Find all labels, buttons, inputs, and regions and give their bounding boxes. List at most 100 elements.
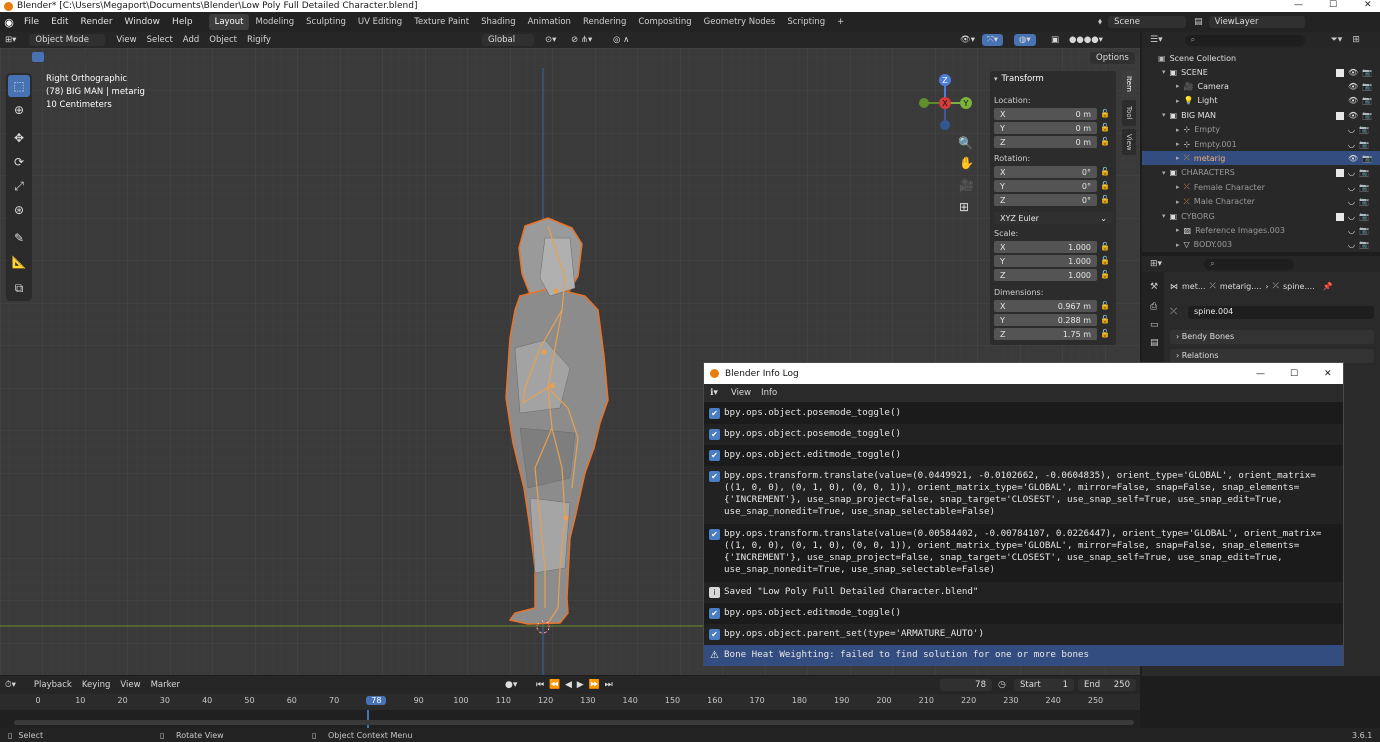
tab-modeling[interactable]: Modeling	[249, 14, 300, 30]
log-entry[interactable]: ✔ bpy.ops.transform.translate(value=(0.00…	[704, 524, 1343, 582]
info-log-menu-view[interactable]: View	[726, 387, 756, 399]
zoom-icon[interactable]: 🔍	[958, 136, 973, 150]
add-cube-icon[interactable]: ⧉	[8, 277, 30, 299]
log-entry[interactable]: ✔ bpy.ops.object.editmode_toggle()	[704, 603, 1343, 624]
outliner-row-empty-001[interactable]: ▸ ⊹ Empty.001 ◡ 📷	[1142, 137, 1380, 151]
proportional-edit-icon[interactable]: ◎ ∧	[608, 34, 634, 46]
dimensions-z-field[interactable]: Z 1.75 m	[994, 328, 1097, 340]
expand-arrow-icon[interactable]: ▸	[1176, 226, 1180, 234]
collapse-arrow-icon[interactable]: ▾	[994, 75, 998, 83]
filter-icon[interactable]: ⏷▾	[1331, 35, 1343, 45]
sidebar-tab-view[interactable]: View	[1122, 129, 1136, 155]
menu-edit[interactable]: Edit	[45, 17, 74, 27]
timeline-menu-playback[interactable]: Playback	[29, 679, 77, 691]
select-invert-icon[interactable]	[74, 52, 86, 62]
timeline-menu-view[interactable]: View	[115, 679, 145, 691]
hidden-eye-icon[interactable]: ◡	[1348, 125, 1355, 134]
outliner-row-empty[interactable]: ▸ ⊹ Empty ◡ 📷	[1142, 123, 1380, 137]
properties-editor-icon[interactable]: ⊞▾	[1150, 259, 1162, 269]
camera-view-icon[interactable]: 🎥	[959, 178, 974, 192]
move-icon[interactable]: ✥	[8, 127, 30, 149]
end-frame-field[interactable]: End 250	[1078, 679, 1136, 691]
scale-lock-icon[interactable]: 🔓	[1100, 256, 1110, 266]
timeline-ruler[interactable]: 0 10 20 30 40 50 60 70 78 90 100 110 120 130 140 150 160…	[0, 694, 1140, 710]
outliner-row-camera[interactable]: ▸ 🎥 Camera 👁 📷	[1142, 79, 1380, 93]
viewport-menu-add[interactable]: Add	[178, 34, 204, 46]
info-log-minimize-icon[interactable]: —	[1256, 369, 1265, 379]
select-box-icon[interactable]: ⬚	[8, 75, 30, 97]
transform-orientation-select[interactable]: Global	[482, 34, 534, 46]
outliner-row-male-character[interactable]: ▸ ⤫ Male Character ◡ 📷	[1142, 195, 1380, 209]
render-camera-icon[interactable]: 📷	[1359, 168, 1369, 177]
viewport-menu-view[interactable]: View	[111, 34, 141, 46]
log-entry[interactable]: ✔ bpy.ops.object.posemode_toggle()	[704, 424, 1343, 445]
eye-icon[interactable]: 👁	[1348, 68, 1358, 77]
scale-lock-icon[interactable]: 🔓	[1100, 242, 1110, 252]
render-props-icon[interactable]: ⎙	[1150, 302, 1164, 312]
expand-arrow-icon[interactable]: ▸	[1176, 82, 1180, 90]
viewport-menu-object[interactable]: Object	[204, 34, 242, 46]
pan-hand-icon[interactable]: ✋	[959, 156, 974, 170]
gizmo-toggle-icon[interactable]: ⤧▾	[982, 34, 1004, 46]
timeline-track[interactable]	[0, 710, 1140, 728]
eye-icon[interactable]: 👁	[1348, 96, 1358, 105]
rotation-lock-icon[interactable]: 🔓	[1100, 167, 1110, 177]
blender-menu-icon[interactable]: ◉	[0, 16, 18, 29]
log-entry[interactable]: ⚠ Bone Heat Weighting: failed to find sol…	[704, 645, 1343, 666]
sidebar-tab-item[interactable]: Item	[1122, 71, 1136, 97]
rotate-icon[interactable]: ⟳	[8, 151, 30, 173]
shading-modes-icon[interactable]: ●●●●▾	[1064, 34, 1108, 46]
hidden-eye-icon[interactable]: ◡	[1348, 183, 1355, 192]
timeline-editor-icon[interactable]: ⏱▾	[0, 679, 21, 691]
info-log-title-bar[interactable]: Blender Info Log — ☐ ✕	[704, 363, 1343, 384]
outliner-row-scene[interactable]: ▾ ▣ SCENE 👁 📷	[1142, 65, 1380, 79]
timeline-menu-keying[interactable]: Keying	[77, 679, 116, 691]
rotation-lock-icon[interactable]: 🔓	[1100, 181, 1110, 191]
timeline-menu-marker[interactable]: Marker	[146, 679, 185, 691]
tab-uv-editing[interactable]: UV Editing	[352, 14, 408, 30]
location-x-field[interactable]: X 0 m	[994, 108, 1097, 120]
outliner-row-light[interactable]: ▸ 💡 Light 👁 📷	[1142, 94, 1380, 108]
properties-search-input[interactable]: ⌕	[1204, 258, 1295, 270]
scene-selector[interactable]: Scene	[1108, 16, 1187, 28]
select-subtract-icon[interactable]	[60, 52, 72, 62]
hidden-eye-icon[interactable]: ◡	[1348, 240, 1355, 249]
options-button[interactable]: Options	[1090, 52, 1135, 64]
info-log-close-icon[interactable]: ✕	[1324, 369, 1332, 379]
render-camera-icon[interactable]: 📷	[1359, 226, 1369, 235]
scale-lock-icon[interactable]: 🔓	[1100, 270, 1110, 280]
scene-collection-label[interactable]: Scene Collection	[1170, 54, 1237, 63]
measure-icon[interactable]: 📐	[8, 251, 30, 273]
close-icon[interactable]: ✕	[1364, 0, 1372, 10]
expand-arrow-icon[interactable]: ▸	[1176, 183, 1180, 191]
info-log-maximize-icon[interactable]: ☐	[1290, 369, 1298, 379]
keyframe-record-icon[interactable]: ●▾	[505, 680, 517, 690]
exclude-checkbox-icon[interactable]	[1336, 111, 1344, 120]
dimensions-x-field[interactable]: X 0.967 m	[994, 300, 1097, 312]
editor-type-icon[interactable]: ⊞▾	[0, 34, 21, 46]
view-layer-props-icon[interactable]: ▤	[1150, 338, 1164, 348]
current-frame-field[interactable]: 78	[940, 679, 992, 691]
outliner-row-body-003[interactable]: ▸ ▽ BODY.003 ◡ 📷	[1142, 238, 1380, 252]
log-entry[interactable]: ✔ bpy.ops.object.editmode_toggle()	[704, 445, 1343, 466]
tab-texture-paint[interactable]: Texture Paint	[408, 14, 475, 30]
menu-file[interactable]: File	[18, 17, 45, 27]
rotation-y-field[interactable]: Y 0°	[994, 180, 1097, 192]
ortho-grid-icon[interactable]: ⊞	[959, 200, 969, 214]
location-lock-icon[interactable]: 🔓	[1100, 109, 1110, 119]
annotate-icon[interactable]: ✎	[8, 227, 30, 249]
scale-icon[interactable]: ⤢	[8, 175, 30, 197]
expand-arrow-icon[interactable]: ▸	[1176, 154, 1180, 162]
tab-shading[interactable]: Shading	[475, 14, 522, 30]
tab-sculpting[interactable]: Sculpting	[300, 14, 352, 30]
viewport-menu-rigify[interactable]: Rigify	[242, 34, 276, 46]
hidden-eye-icon[interactable]: ◡	[1348, 140, 1355, 149]
expand-arrow-icon[interactable]: ▾	[1162, 212, 1166, 220]
log-entry[interactable]: ✔ bpy.ops.transform.translate(value=(0.04…	[704, 466, 1343, 524]
location-lock-icon[interactable]: 🔓	[1100, 123, 1110, 133]
render-camera-icon[interactable]: 📷	[1362, 96, 1372, 105]
expand-arrow-icon[interactable]: ▸	[1176, 140, 1180, 148]
view-layer-icon[interactable]: ▤	[1194, 17, 1203, 27]
render-camera-icon[interactable]: 📷	[1362, 82, 1372, 91]
overlay-toggle-icon[interactable]: ◍▾	[1014, 34, 1036, 46]
